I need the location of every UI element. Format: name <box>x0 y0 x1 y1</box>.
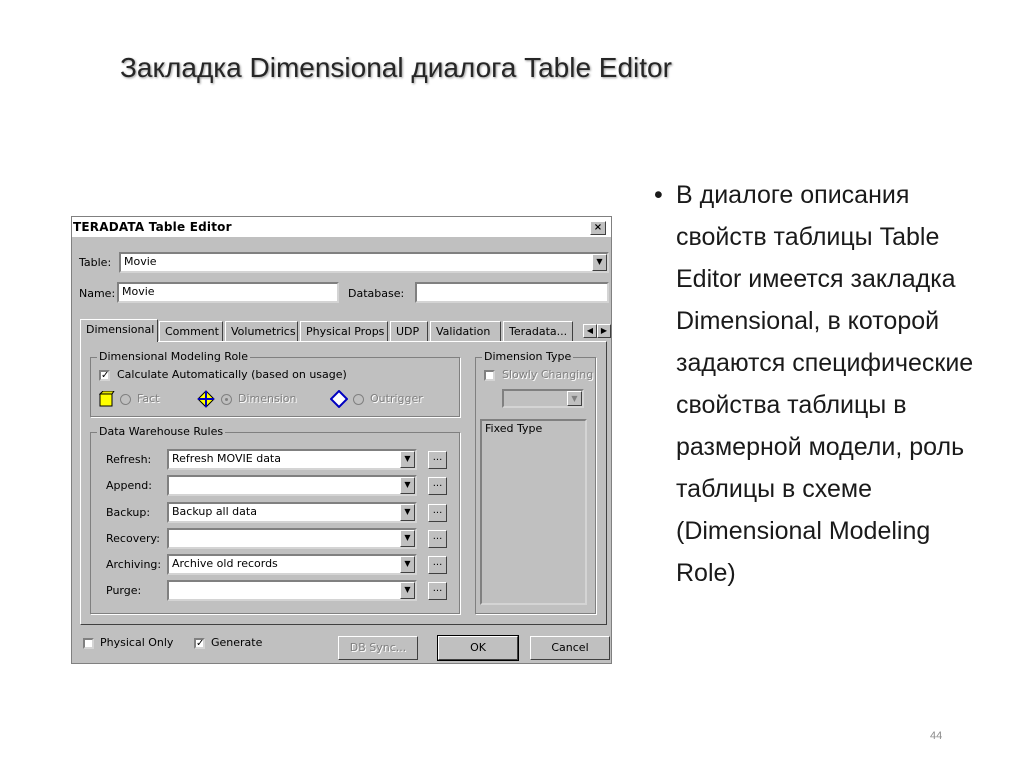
generate-label: Generate <box>211 636 263 649</box>
purge-select[interactable]: ▼ <box>167 580 417 601</box>
tab-physical-props[interactable]: Physical Props <box>300 321 388 341</box>
close-button[interactable]: × <box>590 221 606 235</box>
dimension-table-icon <box>197 390 215 408</box>
append-select[interactable]: ▼ <box>167 475 417 496</box>
calc-auto-checkbox[interactable]: ✓ <box>99 370 110 381</box>
table-select-value: Movie <box>124 255 157 268</box>
refresh-edit-button[interactable]: ... <box>428 451 447 469</box>
dimension-label: Dimension <box>238 392 297 405</box>
chevron-down-icon[interactable]: ▼ <box>592 254 607 271</box>
fixed-type-label: Fixed Type <box>485 422 543 435</box>
refresh-value: Refresh MOVIE data <box>172 452 281 465</box>
chevron-down-icon[interactable]: ▼ <box>567 391 582 406</box>
recovery-select[interactable]: ▼ <box>167 528 417 549</box>
modeling-role-label: Dimensional Modeling Role <box>97 350 250 363</box>
backup-value: Backup all data <box>172 505 257 518</box>
db-sync-button[interactable]: DB Sync... <box>338 636 418 660</box>
dimension-radio[interactable] <box>221 394 232 405</box>
bullet-body: В диалоге описания свойств таблицы Table… <box>676 181 974 587</box>
calc-auto-label: Calculate Automatically (based on usage) <box>117 368 347 381</box>
chevron-down-icon[interactable]: ▼ <box>400 556 415 573</box>
database-field[interactable] <box>415 282 609 303</box>
refresh-label: Refresh: <box>106 453 152 466</box>
tab-dimensional[interactable]: Dimensional <box>80 319 158 342</box>
cancel-button[interactable]: Cancel <box>530 636 610 660</box>
fact-label: Fact <box>137 392 160 405</box>
archiving-value: Archive old records <box>172 557 278 570</box>
page-number: 44 <box>930 730 943 742</box>
dialog-titlebar[interactable]: TERADATA Table Editor × <box>72 217 611 237</box>
fact-radio[interactable] <box>120 394 131 405</box>
chevron-down-icon[interactable]: ▼ <box>400 504 415 521</box>
chevron-down-icon[interactable]: ▼ <box>400 582 415 599</box>
warehouse-rules-group: Data Warehouse Rules Refresh: Refresh MO… <box>90 425 460 614</box>
tab-scroll-left-icon[interactable]: ◀ <box>583 324 597 338</box>
outrigger-label: Outrigger <box>370 392 423 405</box>
append-label: Append: <box>106 479 152 492</box>
recovery-edit-button[interactable]: ... <box>428 530 447 548</box>
name-label: Name: <box>79 287 116 300</box>
backup-label: Backup: <box>106 506 151 519</box>
bullet-text: • В диалоге описания свойств таблицы Tab… <box>654 174 996 594</box>
refresh-select[interactable]: Refresh MOVIE data ▼ <box>167 449 417 470</box>
modeling-role-group: Dimensional Modeling Role ✓ Calculate Au… <box>90 350 460 417</box>
tab-teradata[interactable]: Teradata... <box>503 321 573 341</box>
warehouse-rules-label: Data Warehouse Rules <box>97 425 226 438</box>
backup-edit-button[interactable]: ... <box>428 504 447 522</box>
tab-scroll-right-icon[interactable]: ▶ <box>597 324 611 338</box>
backup-select[interactable]: Backup all data ▼ <box>167 502 417 523</box>
table-label: Table: <box>79 256 112 269</box>
generate-checkbox[interactable]: ✓ <box>194 638 205 649</box>
dimension-type-label: Dimension Type <box>482 350 574 363</box>
dimensional-tab-panel: Dimensional Modeling Role ✓ Calculate Au… <box>80 341 607 625</box>
chevron-down-icon[interactable]: ▼ <box>400 530 415 547</box>
append-edit-button[interactable]: ... <box>428 477 447 495</box>
tab-comment[interactable]: Comment <box>159 321 223 341</box>
ok-button[interactable]: OK <box>437 635 519 661</box>
recovery-label: Recovery: <box>106 532 160 545</box>
table-select[interactable]: Movie ▼ <box>119 252 609 273</box>
slowly-changing-select[interactable]: ▼ <box>502 389 584 408</box>
name-field[interactable]: Movie <box>117 282 339 303</box>
slowly-changing-label: Slowly Changing <box>502 368 594 381</box>
dimension-type-group: Dimension Type Slowly Changing ▼ Fixed T… <box>475 350 596 614</box>
tab-volumetrics[interactable]: Volumetrics <box>225 321 298 341</box>
bullet-marker: • <box>654 181 663 209</box>
fixed-type-box: Fixed Type <box>480 419 587 605</box>
outrigger-table-icon <box>330 390 348 408</box>
outrigger-radio[interactable] <box>353 394 364 405</box>
tab-udp[interactable]: UDP <box>390 321 428 341</box>
physical-only-checkbox[interactable] <box>83 638 94 649</box>
slide-title: Закладка Dimensional диалога Table Edito… <box>120 52 672 83</box>
archiving-label: Archiving: <box>106 558 162 571</box>
archiving-edit-button[interactable]: ... <box>428 556 447 574</box>
chevron-down-icon[interactable]: ▼ <box>400 451 415 468</box>
physical-only-label: Physical Only <box>100 636 174 649</box>
purge-edit-button[interactable]: ... <box>428 582 447 600</box>
database-label: Database: <box>348 287 405 300</box>
purge-label: Purge: <box>106 584 142 597</box>
chevron-down-icon[interactable]: ▼ <box>400 477 415 494</box>
archiving-select[interactable]: Archive old records ▼ <box>167 554 417 575</box>
tab-validation[interactable]: Validation <box>430 321 501 341</box>
table-editor-dialog: TERADATA Table Editor × Table: Movie ▼ N… <box>71 216 612 664</box>
slowly-changing-checkbox[interactable] <box>484 370 495 381</box>
dialog-title: TERADATA Table Editor <box>73 220 232 234</box>
fact-table-icon <box>99 391 115 407</box>
